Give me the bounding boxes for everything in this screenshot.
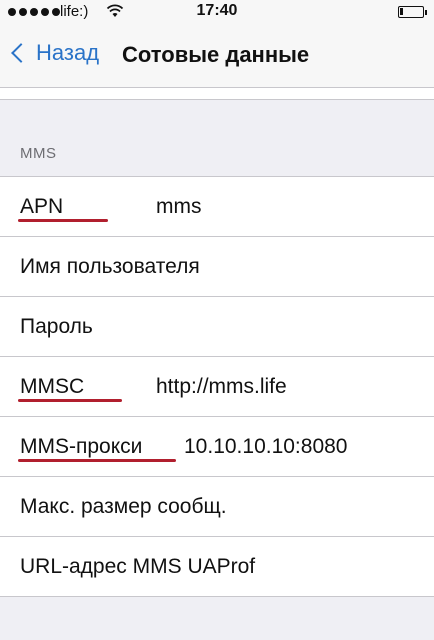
mms-proxy-label: MMS-прокси [20,435,143,458]
mms-proxy-value[interactable]: 10.10.10.10:8080 [184,435,348,459]
password-label: Пароль [20,315,93,338]
max-message-size-field[interactable]: Макс. размер сообщ. [0,477,434,537]
password-field[interactable]: Пароль [0,297,434,357]
mmsc-value[interactable]: http://mms.life [156,375,287,399]
page-title: Сотовые данные [122,42,310,67]
mms-proxy-field[interactable]: MMS-прокси 10.10.10.10:8080 [0,417,434,477]
highlight-underline [18,219,108,222]
mmsc-field[interactable]: MMSC http://mms.life [0,357,434,417]
uaprof-url-label: URL-адрес MMS UAProf [20,555,256,578]
apn-label: APN [20,195,64,218]
navigation-bar: Назад Сотовые данные [0,24,434,88]
back-button[interactable]: Назад [8,40,99,66]
chevron-left-icon [11,43,31,63]
max-message-size-label: Макс. размер сообщ. [20,495,227,518]
battery-icon [398,6,427,18]
mms-settings-list: APN mms Имя пользователя Пароль MMSC htt… [0,176,434,597]
clock: 17:40 [196,2,238,19]
highlight-underline [18,399,122,402]
status-bar: life:) 17:40 [0,0,434,24]
mmsc-label: MMSC [20,375,85,398]
highlight-underline [18,459,176,462]
apn-field[interactable]: APN mms [0,177,434,237]
previous-section-edge [0,88,434,100]
username-field[interactable]: Имя пользователя [0,237,434,297]
back-button-label: Назад [36,40,100,65]
apn-value[interactable]: mms [156,195,202,219]
section-header-mms: MMS [20,145,57,162]
username-label: Имя пользователя [20,255,200,278]
uaprof-url-field[interactable]: URL-адрес MMS UAProf [0,537,434,597]
